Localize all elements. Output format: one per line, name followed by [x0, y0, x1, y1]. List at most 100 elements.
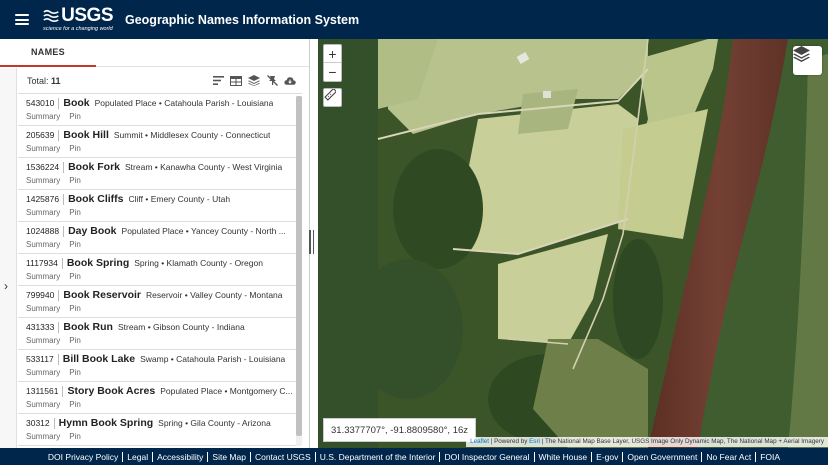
collapse-strip: ›	[0, 68, 17, 448]
usgs-logo[interactable]: USGS science for a changing world	[43, 6, 113, 32]
footer-separator	[207, 451, 209, 462]
tab-names[interactable]: NAMES	[0, 39, 96, 67]
summary-link[interactable]: Summary	[26, 208, 60, 217]
summary-link[interactable]: Summary	[26, 368, 60, 377]
feature-id: 1311561	[26, 386, 59, 396]
feature-name-link[interactable]: Book Hill	[63, 129, 109, 141]
feature-name-link[interactable]: Book Spring	[67, 257, 129, 269]
footer-separator	[314, 451, 316, 462]
summary-link[interactable]: Summary	[26, 336, 60, 345]
summary-link[interactable]: Summary	[26, 272, 60, 281]
footer-link[interactable]: DOI Privacy Policy	[48, 452, 118, 462]
footer-link[interactable]: Site Map	[212, 452, 246, 462]
footer-separator	[122, 451, 124, 462]
layers-icon[interactable]	[248, 75, 260, 86]
feature-id: 205639	[26, 130, 55, 140]
footer-link[interactable]: No Fear Act	[706, 452, 751, 462]
summary-link[interactable]: Summary	[26, 240, 60, 249]
result-row[interactable]: 1425876 Book Cliffs Cliff • Emery County -…	[18, 190, 302, 222]
result-row[interactable]: 1117934 Book Spring Spring • Klamath Count…	[18, 254, 302, 286]
map-view[interactable]: + − 31.3377707°, -91.8809580°, 16z Leafl…	[318, 39, 828, 448]
zoom-in-button[interactable]: +	[324, 45, 341, 63]
table-icon[interactable]	[230, 75, 242, 86]
footer-link[interactable]: DOI Inspector General	[444, 452, 529, 462]
footer-link[interactable]: White House	[539, 452, 588, 462]
cloud-download-icon[interactable]	[284, 75, 296, 86]
basemap-layers-icon[interactable]	[793, 46, 822, 75]
feature-description: Swamp • Catahoula Parish - Louisiana	[140, 354, 286, 364]
result-row[interactable]: 1311561 Story Book Acres Populated Place •…	[18, 382, 302, 414]
footer-link[interactable]: FOIA	[760, 452, 780, 462]
result-row[interactable]: 30312 Hymn Book Spring Spring • Gila Count…	[18, 414, 302, 446]
feature-name-link[interactable]: Day Book	[68, 225, 116, 237]
esri-link[interactable]: Esri	[529, 438, 540, 445]
tab-bar: NAMES	[0, 39, 309, 67]
pin-link[interactable]: Pin	[69, 240, 81, 249]
summary-link[interactable]: Summary	[26, 304, 60, 313]
result-row[interactable]: 543010 Book Populated Place • Catahoula Pa…	[18, 94, 302, 126]
feature-name-link[interactable]: Bill Book Lake	[63, 353, 135, 365]
panel-resize-handle[interactable]	[309, 230, 314, 254]
leaflet-link[interactable]: Leaflet	[470, 438, 489, 445]
pin-link[interactable]: Pin	[69, 368, 81, 377]
pin-link[interactable]: Pin	[69, 336, 81, 345]
pin-link[interactable]: Pin	[69, 176, 81, 185]
pin-link[interactable]: Pin	[69, 304, 81, 313]
summary-link[interactable]: Summary	[26, 400, 60, 409]
pin-link[interactable]: Pin	[69, 144, 81, 153]
feature-id: 533117	[26, 354, 54, 364]
feature-name-link[interactable]: Book Cliffs	[68, 193, 123, 205]
footer-separator	[533, 451, 535, 462]
id-separator	[61, 257, 63, 269]
zoom-control: + −	[323, 44, 342, 82]
result-row[interactable]: 1536224 Book Fork Stream • Kanawha County …	[18, 158, 302, 190]
summary-link[interactable]: Summary	[26, 112, 60, 121]
chevron-right-icon[interactable]: ›	[4, 279, 8, 293]
pin-link[interactable]: Pin	[69, 432, 81, 441]
result-row[interactable]: 799940 Book Reservoir Reservoir • Valley C…	[18, 286, 302, 318]
feature-name-link[interactable]: Story Book Acres	[67, 385, 155, 397]
feature-name-link[interactable]: Book	[63, 97, 89, 109]
feature-id: 30312	[26, 418, 50, 428]
footer-link[interactable]: Open Government	[627, 452, 697, 462]
id-separator	[63, 193, 65, 205]
list-scrollbar[interactable]	[296, 96, 302, 446]
feature-description: Cliff • Emery County - Utah	[128, 194, 231, 204]
attribution-sep: | Powered by	[488, 438, 530, 445]
summary-link[interactable]: Summary	[26, 176, 60, 185]
result-row[interactable]: 1024888 Day Book Populated Place • Yancey …	[18, 222, 302, 254]
feature-name-link[interactable]: Book Reservoir	[63, 289, 141, 301]
aerial-imagery	[318, 39, 828, 448]
menu-icon[interactable]	[15, 14, 29, 25]
feature-id: 1024888	[26, 226, 60, 236]
summary-link[interactable]: Summary	[26, 144, 60, 153]
sort-icon[interactable]	[212, 75, 224, 86]
zoom-out-button[interactable]: −	[324, 63, 341, 81]
feature-name-link[interactable]: Book Fork	[68, 161, 120, 173]
feature-name-link[interactable]: Hymn Book Spring	[59, 417, 154, 429]
footer-link[interactable]: Contact USGS	[255, 452, 311, 462]
summary-link[interactable]: Summary	[26, 432, 60, 441]
total-value: 11	[51, 75, 61, 86]
result-row[interactable]: 431333 Book Run Stream • Gibson County - I…	[18, 318, 302, 350]
feature-name-link[interactable]: Book Run	[63, 321, 113, 333]
footer-link[interactable]: E-gov	[596, 452, 618, 462]
result-row[interactable]: 533117 Bill Book Lake Swamp • Catahoula Pa…	[18, 350, 302, 382]
footer-link[interactable]: Accessibility	[157, 452, 203, 462]
pin-link[interactable]: Pin	[69, 272, 81, 281]
pin-link[interactable]: Pin	[69, 112, 81, 121]
feature-id: 543010	[26, 98, 55, 108]
coordinate-readout: 31.3377707°, -91.8809580°, 16z	[323, 418, 477, 442]
footer-link[interactable]: U.S. Department of the Interior	[320, 452, 436, 462]
scrollbar-thumb[interactable]	[296, 96, 302, 436]
feature-id: 1536224	[26, 162, 60, 172]
footer-link[interactable]: Legal	[127, 452, 148, 462]
pin-link[interactable]: Pin	[69, 400, 81, 409]
attribution-text: | The National Map Base Layer, USGS Imag…	[539, 438, 824, 445]
result-row[interactable]: 205639 Book Hill Summit • Middlesex County…	[18, 126, 302, 158]
pin-link[interactable]: Pin	[69, 208, 81, 217]
feature-description: Spring • Klamath County - Oregon	[134, 258, 263, 268]
ruler-icon[interactable]	[323, 88, 342, 107]
logo-tagline: science for a changing world	[43, 26, 113, 32]
pin-off-icon[interactable]	[266, 75, 278, 86]
